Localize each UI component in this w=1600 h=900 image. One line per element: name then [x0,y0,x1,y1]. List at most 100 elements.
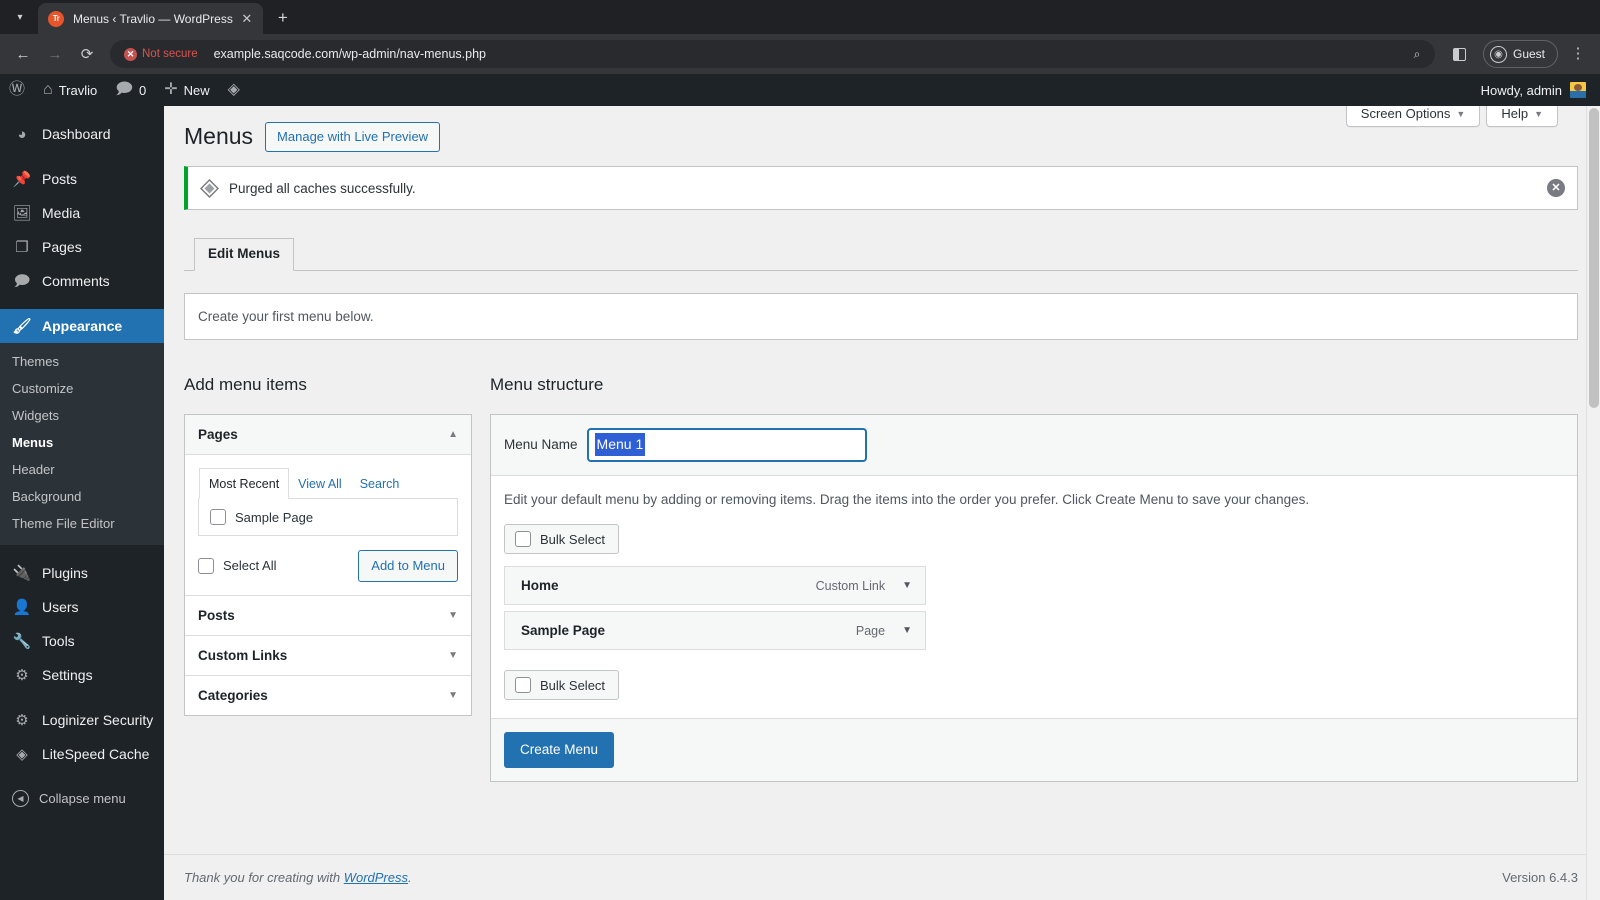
sidebar-item-tools[interactable]: 🔧 Tools [0,624,164,658]
menu-item-meta: Page ▼ [856,624,912,638]
kebab-menu-icon[interactable]: ⋮ [1564,40,1592,68]
address-bar[interactable]: ✕ Not secure example.saqcode.com/wp-admi… [110,40,1435,68]
checkbox-select-all[interactable] [198,557,214,574]
sidebar-item-pages[interactable]: ❐ Pages [0,230,164,264]
sidebar-item-users[interactable]: 👤 Users [0,590,164,624]
tab-title: Menus ‹ Travlio — WordPress [73,11,233,26]
version-label: Version 6.4.3 [1502,870,1578,885]
menu-name-value: Menu 1 [594,433,646,457]
adminbar-litespeed[interactable]: ◈ [219,74,249,106]
wordpress-logo-icon[interactable]: Ⓦ [0,74,34,106]
arrow-left-icon[interactable]: ← [8,39,38,69]
bulk-select-top[interactable]: Bulk Select [504,524,620,555]
sidebar-subitem-menus[interactable]: Menus [0,429,164,456]
sidebar-item-posts[interactable]: 📌 Posts [0,162,164,196]
tab-search-icon[interactable]: ▾ [6,3,34,31]
sidebar-item-dashboard[interactable]: ◕ Dashboard [0,117,164,151]
taxonomy-tab-most-recent[interactable]: Most Recent [199,467,290,500]
sliders-icon: ⚙ [15,666,29,684]
howdy-menu[interactable]: Howdy, admin [1471,82,1600,98]
sidebar-item-label: Users [42,599,79,615]
menu-name-input[interactable]: Menu 1 [587,428,866,461]
sidebar-separator [0,692,164,703]
close-icon[interactable]: ✕ [239,11,255,27]
close-circle-icon[interactable]: ✕ [1547,179,1565,198]
reload-icon[interactable]: ⟳ [72,39,102,69]
taxonomy-tab-view-all[interactable]: View All [289,469,351,498]
accordion-section-categories: Categories ▼ [185,675,471,715]
checkbox-sample-page[interactable] [210,509,226,526]
sidebar-item-settings[interactable]: ⚙ Settings [0,658,164,692]
menu-structure-column: Menu structure Menu Name Menu 1 Edit you… [490,373,1578,783]
checkbox-bulk-select-bottom[interactable] [515,677,531,694]
sidebar-item-label: LiteSpeed Cache [42,746,150,762]
sidebar-item-loginizer-security[interactable]: ⚙ Loginizer Security [0,703,164,737]
accordion-section-custom-links: Custom Links ▼ [185,635,471,676]
profile-label: Guest [1512,47,1545,61]
sidebar-item-plugins[interactable]: 🔌 Plugins [0,556,164,590]
taxonomy-tab-search[interactable]: Search [351,469,409,498]
create-menu-button[interactable]: Create Menu [504,732,615,769]
menus-columns: Add menu items Pages ▲ Most Recent View … [184,373,1578,783]
chevron-down-icon[interactable]: ▼ [902,580,912,591]
wordpress-link[interactable]: WordPress [344,870,408,885]
menu-item-row[interactable]: Home Custom Link ▼ [504,566,926,606]
litespeed-diamond-icon: ◈ [227,81,240,98]
sidebar-subitem-header[interactable]: Header [0,456,164,483]
menu-items-list: Home Custom Link ▼ Sample Page Page ▼ [504,566,1564,651]
avatar [1570,82,1586,98]
adminbar-comments[interactable]: 🗩 0 [106,74,155,106]
sidebar-subitem-widgets[interactable]: Widgets [0,402,164,429]
arrow-right-icon[interactable]: → [40,39,70,69]
notice-text: Purged all caches successfully. [229,180,416,196]
sidebar-item-label: Appearance [42,318,123,334]
chevron-down-icon[interactable]: ▼ [902,625,912,636]
pin-icon: 📌 [12,170,32,188]
profile-button[interactable]: ◉ Guest [1482,40,1558,68]
manage-with-live-preview-button[interactable]: Manage with Live Preview [265,122,441,153]
split-panel-icon[interactable] [1447,41,1473,67]
security-label: Not secure [142,48,198,60]
page-scrollbar[interactable] [1586,106,1600,900]
accordion-head-pages[interactable]: Pages ▲ [185,414,471,455]
sidebar-item-comments[interactable]: 🗩 Comments [0,264,164,298]
zoom-search-icon[interactable]: ⌕ [1405,42,1429,66]
gear-icon: ⚙ [15,711,29,729]
bulk-select-bottom[interactable]: Bulk Select [504,670,620,701]
add-to-menu-button[interactable]: Add to Menu [358,550,458,582]
nav-tab-wrapper: Edit Menus [184,237,1578,272]
accordion-head-categories[interactable]: Categories ▼ [185,675,471,715]
adminbar-new[interactable]: ✛ New [155,74,218,106]
adminbar-site-name[interactable]: ⌂ Travlio [34,74,106,106]
sidebar-subitem-theme-file-editor[interactable]: Theme File Editor [0,510,164,537]
tab-edit-menus[interactable]: Edit Menus [194,238,295,272]
screen-options-button[interactable]: Screen Options ▼ [1345,106,1481,127]
menu-item-type: Custom Link [815,578,886,593]
footer-thanks-prefix: Thank you for creating with [184,870,344,885]
pages-most-recent-panel: Sample Page [198,499,458,537]
help-button[interactable]: Help ▼ [1486,106,1558,127]
accordion-label: Categories [198,687,268,703]
browser-tab[interactable]: Tr Menus ‹ Travlio — WordPress ✕ [38,3,263,34]
accordion-head-custom-links[interactable]: Custom Links ▼ [185,635,471,675]
sidebar-item-appearance[interactable]: 🖌 Appearance [0,309,164,343]
sidebar-subitem-customize[interactable]: Customize [0,375,164,402]
sidebar-item-label: Settings [42,667,93,683]
list-item[interactable]: Sample Page [210,509,446,526]
security-chip[interactable]: ✕ Not secure [120,46,206,63]
sidebar-item-litespeed-cache[interactable]: ◈ LiteSpeed Cache [0,737,164,771]
collapse-menu-button[interactable]: ◀ Collapse menu [0,781,164,815]
browser-toolbar: ← → ⟳ ✕ Not secure example.saqcode.com/w… [0,34,1600,74]
sidebar-subitem-background[interactable]: Background [0,483,164,510]
accordion-label: Posts [198,607,235,623]
accordion-head-posts[interactable]: Posts ▼ [185,595,471,635]
select-all-row[interactable]: Select All [198,557,276,574]
add-menu-items-heading: Add menu items [184,375,307,395]
menu-name-label: Menu Name [504,437,578,453]
checkbox-bulk-select-top[interactable] [515,531,531,548]
scrollbar-thumb[interactable] [1589,108,1599,408]
sidebar-item-media[interactable]: 🖼 Media [0,196,164,230]
sidebar-subitem-themes[interactable]: Themes [0,348,164,375]
plus-icon[interactable]: + [269,4,297,32]
menu-item-row[interactable]: Sample Page Page ▼ [504,611,926,651]
